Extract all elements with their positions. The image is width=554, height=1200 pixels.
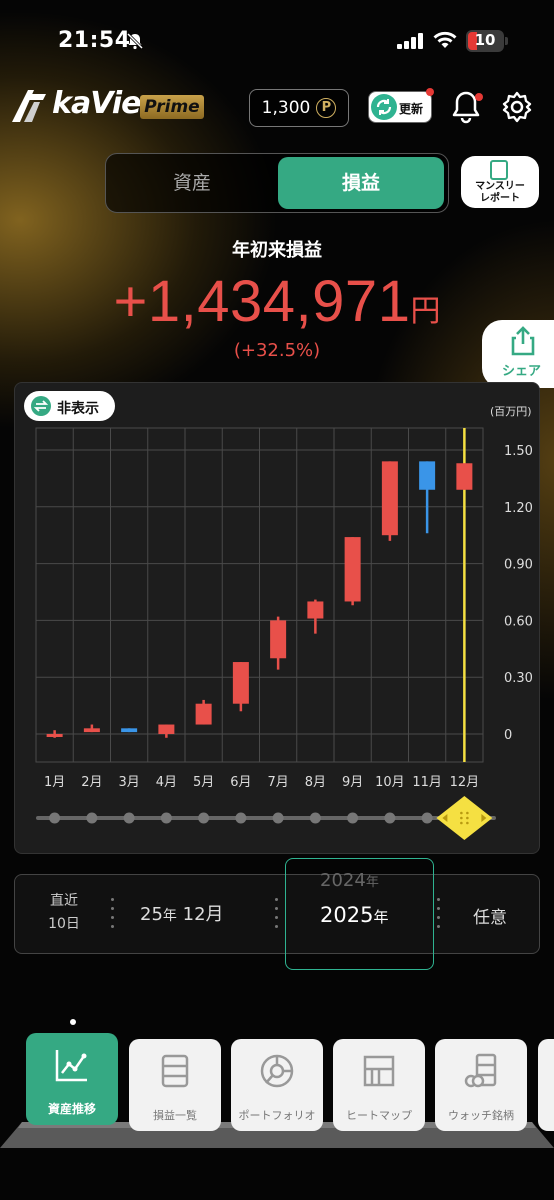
- hide-toggle-button[interactable]: 非表示: [24, 391, 115, 421]
- picker-recent-line1: 直近: [50, 893, 78, 909]
- battery-icon: 10: [466, 30, 508, 52]
- update-badge-dot: [426, 88, 434, 96]
- clipboard-icon: [490, 160, 508, 180]
- ytd-percent: (+32.5%): [233, 340, 321, 361]
- tab-asset[interactable]: 資産: [108, 157, 276, 209]
- tab-profit-loss[interactable]: 損益: [278, 157, 444, 209]
- heatmap-icon: [363, 1055, 395, 1087]
- picker-month[interactable]: 25年 12月: [140, 900, 224, 926]
- nav-tab-label: 資産推移: [47, 1102, 96, 1116]
- picker-month-year-suffix: 年: [162, 908, 177, 924]
- picker-recent-line2: 10日: [48, 916, 80, 932]
- picker-month-value: 12月: [182, 904, 224, 925]
- swap-icon: [31, 396, 51, 416]
- signal-icon: [397, 33, 423, 49]
- picker-month-year: 25: [140, 904, 163, 925]
- nav-tab-label: ポートフォリオ: [238, 1109, 316, 1122]
- notification-dot: [475, 93, 483, 101]
- hide-label: 非表示: [57, 401, 99, 417]
- picker-divider: [275, 898, 279, 932]
- update-button[interactable]: 更新: [368, 88, 434, 123]
- picker-recent-10days[interactable]: 直近 10日: [44, 890, 84, 936]
- gear-icon[interactable]: [500, 90, 534, 124]
- logo-mark-icon: [12, 90, 46, 122]
- monthly-report-button[interactable]: マンスリー レポート: [461, 156, 539, 208]
- list-icon: [161, 1054, 189, 1088]
- active-tab-indicator: [70, 1019, 76, 1025]
- wifi-icon: [433, 31, 457, 48]
- picker-divider: [111, 898, 115, 932]
- refresh-icon: [371, 94, 397, 120]
- share-label: シェア: [502, 364, 542, 379]
- monthly-report-line1: マンスリー: [475, 181, 525, 192]
- picker-divider: [437, 898, 441, 932]
- picker-custom[interactable]: 任意: [473, 903, 507, 928]
- nav-tab-asset-trend[interactable]: 資産推移: [26, 1033, 118, 1125]
- nav-tab-more[interactable]: [538, 1039, 554, 1131]
- points-icon: P: [316, 98, 337, 118]
- watchlist-icon: [464, 1053, 497, 1088]
- ytd-amount: +1,434,971: [113, 269, 411, 334]
- status-time: 21:54: [58, 28, 131, 53]
- chart-unit-label: (百万円): [490, 405, 532, 418]
- share-button[interactable]: シェア: [482, 320, 554, 388]
- nav-tab-heatmap[interactable]: ヒートマップ: [333, 1039, 425, 1131]
- ytd-unit: 円: [410, 295, 441, 328]
- nav-tab-label: 損益一覧: [153, 1109, 197, 1122]
- battery-level: 10: [474, 31, 496, 49]
- nav-tab-pl-list[interactable]: 損益一覧: [129, 1039, 221, 1131]
- chart-card: [14, 382, 540, 854]
- nav-tab-label: ヒートマップ: [346, 1109, 412, 1122]
- prime-badge: Prime: [140, 95, 204, 119]
- ytd-value: +1,434,971円: [0, 268, 554, 335]
- update-label: 更新: [399, 102, 424, 116]
- points-value: 1,300: [261, 98, 311, 118]
- nav-tab-watchlist[interactable]: ウォッチ銘柄: [435, 1039, 527, 1131]
- bell-slash-icon: [126, 32, 144, 50]
- monthly-report-line2: レポート: [480, 193, 520, 204]
- ytd-label: 年初来損益: [232, 240, 322, 261]
- nav-tab-portfolio[interactable]: ポートフォリオ: [231, 1039, 323, 1131]
- points-button[interactable]: 1,300 P: [249, 89, 349, 127]
- share-icon: [511, 326, 535, 356]
- nav-tab-label: ウォッチ銘柄: [448, 1109, 514, 1122]
- pie-chart-icon: [260, 1054, 294, 1088]
- picker-selection-frame: [285, 858, 434, 970]
- line-chart-icon: [55, 1050, 87, 1082]
